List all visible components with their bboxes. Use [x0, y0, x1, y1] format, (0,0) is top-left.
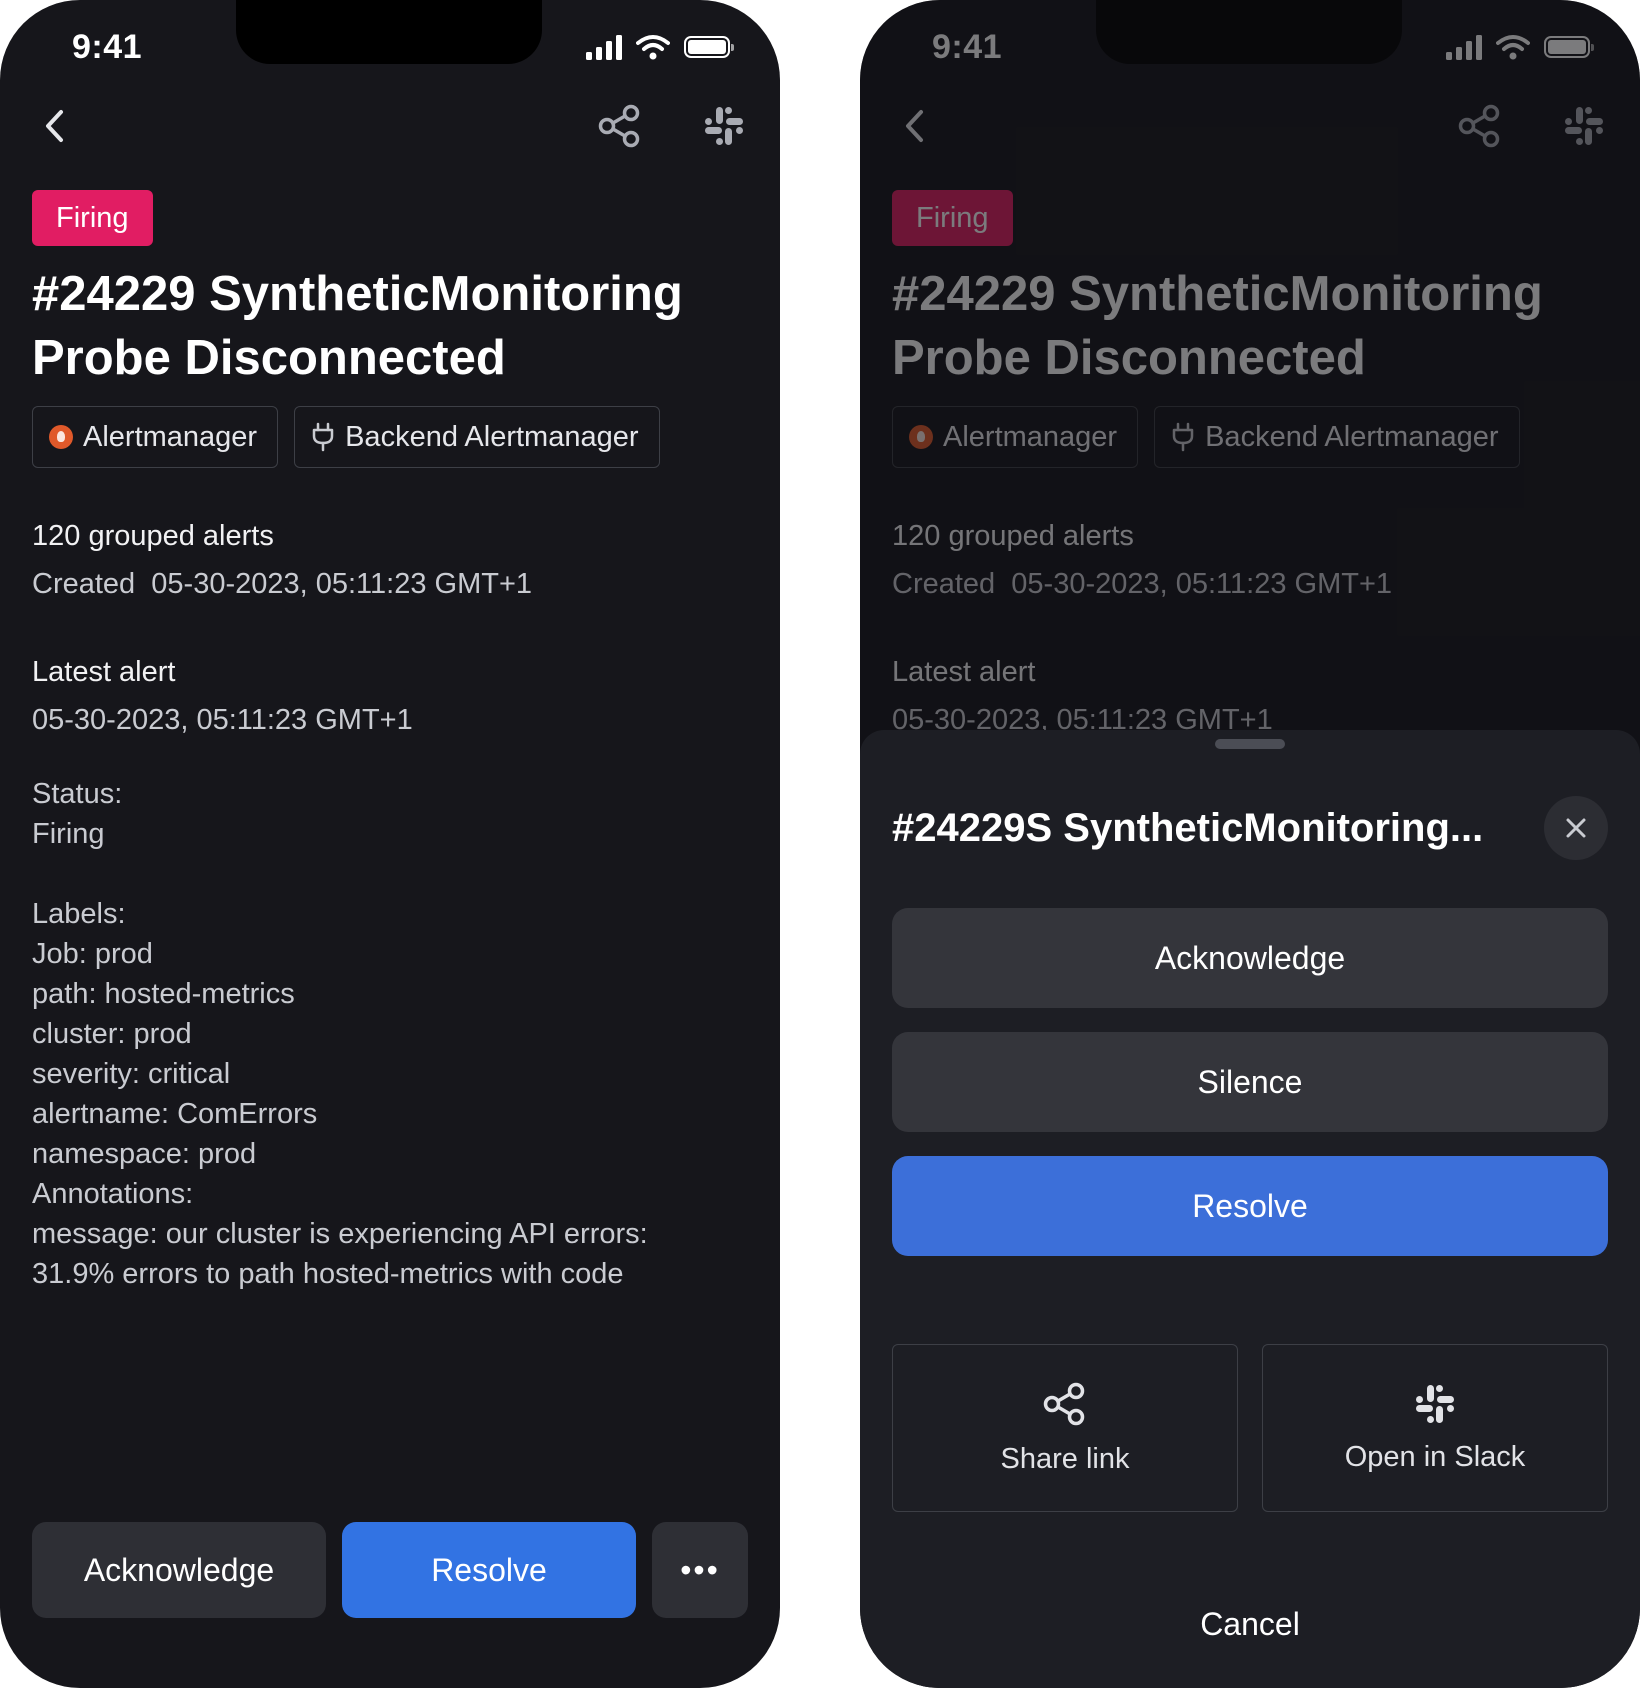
- labels-header: Labels:: [32, 898, 126, 930]
- label-item: namespace: prod: [32, 1138, 257, 1170]
- phone-alert-detail: 9:41 Firing #24229 SyntheticMonitoring P…: [0, 0, 780, 1688]
- sheet-drag-handle[interactable]: [1215, 739, 1285, 749]
- integration-chips: Alertmanager Backend Alertmanager: [32, 406, 660, 468]
- sheet-resolve-button[interactable]: Resolve: [892, 1156, 1608, 1256]
- status-badge: Firing: [32, 190, 153, 246]
- label-item: cluster: prod: [32, 1018, 192, 1050]
- status-time: 9:41: [72, 28, 143, 66]
- chip-label: Backend Alertmanager: [345, 420, 639, 453]
- share-icon: [1043, 1382, 1085, 1425]
- annotation-line: message: our cluster is experiencing API…: [32, 1218, 648, 1250]
- close-icon: [1566, 818, 1586, 838]
- sheet-acknowledge-button[interactable]: Acknowledge: [892, 908, 1608, 1008]
- chip-backend-alertmanager[interactable]: Backend Alertmanager: [294, 406, 660, 468]
- open-in-slack-label: Open in Slack: [1344, 1440, 1526, 1473]
- signal-icon: [586, 34, 622, 60]
- close-button[interactable]: [1544, 796, 1608, 860]
- share-link-tile[interactable]: Share link: [892, 1344, 1238, 1512]
- slack-button[interactable]: [696, 98, 752, 154]
- open-in-slack-tile[interactable]: Open in Slack: [1262, 1344, 1608, 1512]
- back-button[interactable]: [26, 98, 82, 154]
- resolve-button[interactable]: Resolve: [342, 1522, 636, 1618]
- action-bar: Acknowledge Resolve •••: [32, 1522, 748, 1618]
- plug-icon: [312, 422, 334, 452]
- back-icon: [46, 110, 63, 142]
- battery-icon: [684, 36, 734, 58]
- slack-icon: [705, 107, 743, 145]
- share-button[interactable]: [592, 98, 648, 154]
- notch: [236, 0, 542, 64]
- chip-label: Alertmanager: [83, 420, 258, 453]
- cancel-button[interactable]: Cancel: [860, 1606, 1640, 1643]
- annotation-line: 31.9% errors to path hosted-metrics with…: [32, 1258, 624, 1290]
- label-item: path: hosted-metrics: [32, 978, 295, 1010]
- chip-alertmanager[interactable]: Alertmanager: [32, 406, 279, 468]
- latest-alert-label: Latest alert: [32, 656, 176, 688]
- slack-icon: [1416, 1384, 1454, 1423]
- status-label: Status:: [32, 778, 123, 810]
- alert-detail-screen: 9:41 Firing #24229 SyntheticMonitoring P…: [0, 0, 780, 1688]
- share-link-label: Share link: [1000, 1442, 1130, 1475]
- acknowledge-button[interactable]: Acknowledge: [32, 1522, 326, 1618]
- alertmanager-icon: [49, 425, 73, 449]
- alert-title: #24229 SyntheticMonitoring Probe Disconn…: [32, 267, 683, 385]
- more-button[interactable]: •••: [652, 1522, 748, 1618]
- created-timestamp: Created 05-30-2023, 05:11:23 GMT+1: [32, 568, 533, 600]
- sheet-title: #24229S SyntheticMonitoring...: [892, 806, 1484, 850]
- annotations-header: Annotations:: [32, 1178, 194, 1210]
- share-icon: [598, 104, 640, 148]
- label-item: Job: prod: [32, 938, 153, 970]
- alert-detail-screen-dimmed: 9:41: [860, 0, 1640, 1688]
- more-icon: •••: [680, 1551, 720, 1588]
- status-icons: [586, 34, 734, 60]
- label-item: alertname: ComErrors: [32, 1098, 318, 1130]
- action-sheet: #24229S SyntheticMonitoring... Acknowled…: [860, 730, 1640, 1688]
- phone-action-sheet: 9:41: [860, 0, 1640, 1688]
- sheet-silence-button[interactable]: Silence: [892, 1032, 1608, 1132]
- label-item: severity: critical: [32, 1058, 231, 1090]
- latest-alert-timestamp: 05-30-2023, 05:11:23 GMT+1: [32, 704, 413, 736]
- grouped-alerts-count: 120 grouped alerts: [32, 520, 274, 552]
- wifi-icon: [636, 35, 670, 60]
- alert-details: Status: Firing Labels: Job: prod path: h…: [32, 774, 732, 1294]
- status-value: Firing: [32, 818, 105, 850]
